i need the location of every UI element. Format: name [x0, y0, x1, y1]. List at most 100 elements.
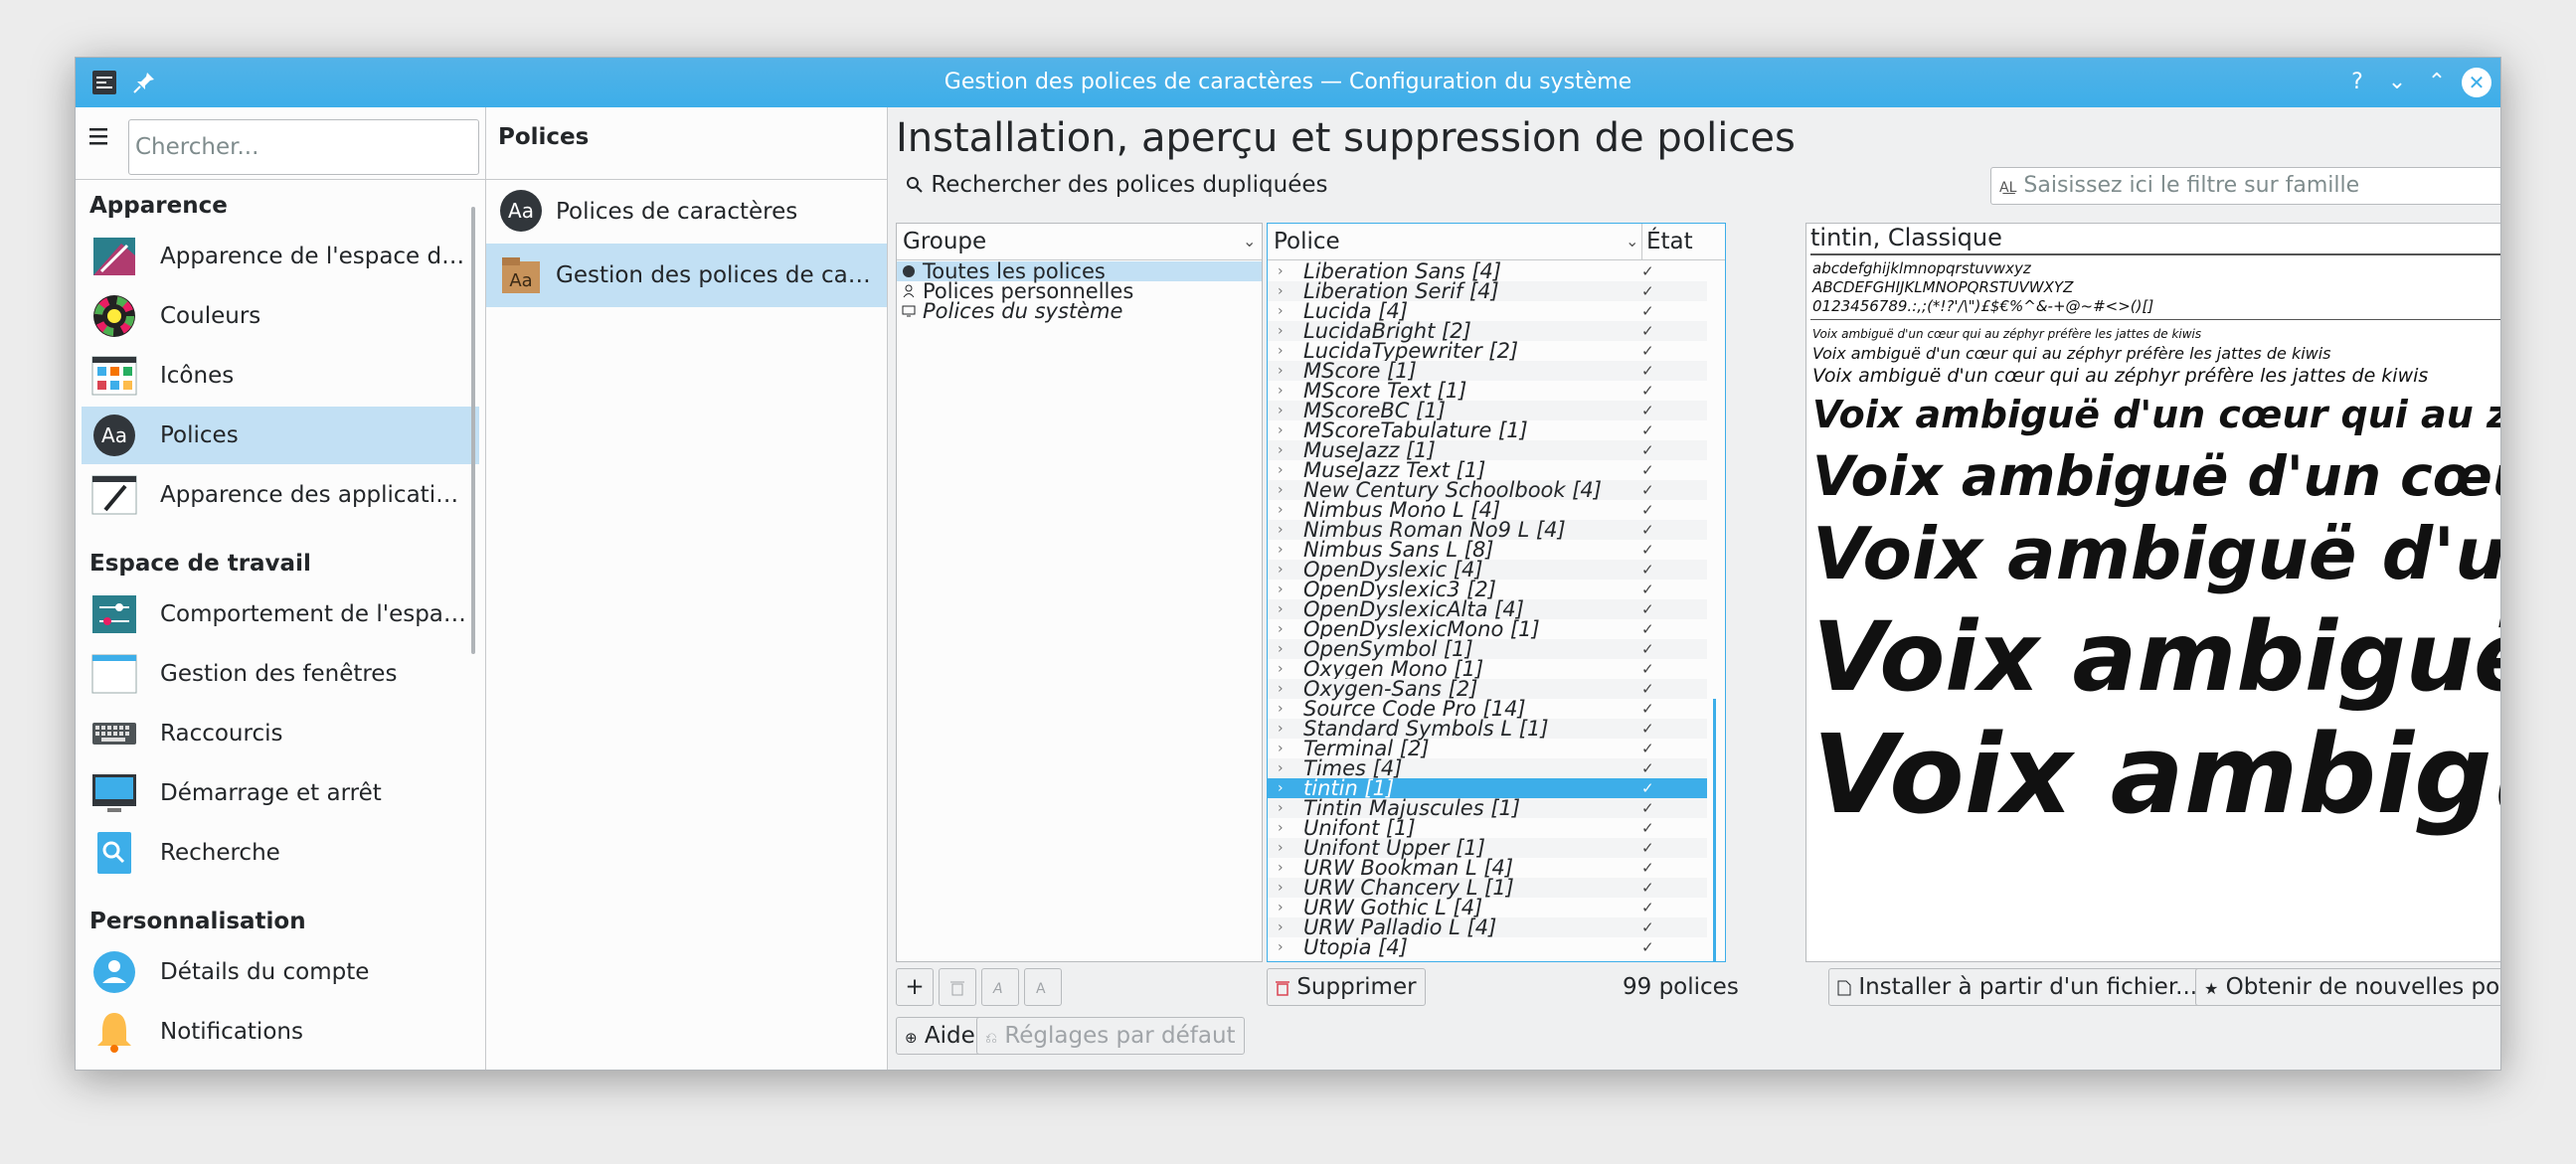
expand-chevron-icon[interactable]: › [1278, 500, 1284, 520]
font-row[interactable]: › MScore [1] ✓ [1268, 361, 1707, 382]
enable-font-button[interactable]: A [981, 968, 1019, 1006]
enabled-check-icon[interactable]: ✓ [1641, 440, 1654, 460]
enabled-check-icon[interactable]: ✓ [1641, 758, 1654, 778]
expand-chevron-icon[interactable]: › [1278, 381, 1284, 401]
enabled-check-icon[interactable]: ✓ [1641, 540, 1654, 560]
font-row[interactable]: › Standard Symbols L [1] ✓ [1268, 719, 1707, 740]
expand-chevron-icon[interactable]: › [1278, 599, 1284, 619]
enabled-check-icon[interactable]: ✓ [1641, 719, 1654, 739]
enabled-check-icon[interactable]: ✓ [1641, 580, 1654, 599]
enabled-check-icon[interactable]: ✓ [1641, 798, 1654, 818]
expand-chevron-icon[interactable]: › [1278, 540, 1284, 560]
font-row[interactable]: › MScoreBC [1] ✓ [1268, 401, 1707, 421]
hamburger-menu-icon[interactable] [89, 127, 117, 147]
expand-chevron-icon[interactable]: › [1278, 937, 1284, 957]
font-row[interactable]: › Lucida [4] ✓ [1268, 301, 1707, 322]
duplicate-search-button[interactable]: Rechercher des polices dupliquées [906, 167, 1327, 203]
enabled-check-icon[interactable]: ✓ [1641, 659, 1654, 679]
enabled-check-icon[interactable]: ✓ [1641, 261, 1654, 281]
font-row[interactable]: › MuseJazz Text [1] ✓ [1268, 460, 1707, 481]
defaults-button[interactable]: ⎌ Réglages par défaut [976, 1017, 1245, 1055]
font-column-header[interactable]: Police [1274, 224, 1340, 259]
expand-chevron-icon[interactable]: › [1278, 858, 1284, 878]
close-icon[interactable]: ✕ [2462, 68, 2491, 97]
maximize-icon[interactable]: ⌃ [2422, 68, 2452, 97]
enabled-check-icon[interactable]: ✓ [1641, 917, 1654, 937]
get-new-fonts-button[interactable]: ★ Obtenir de nouvelles polices... [2195, 968, 2500, 1006]
enabled-check-icon[interactable]: ✓ [1641, 878, 1654, 898]
expand-chevron-icon[interactable]: › [1278, 480, 1284, 500]
expand-chevron-icon[interactable]: › [1278, 917, 1284, 937]
enabled-check-icon[interactable]: ✓ [1641, 341, 1654, 361]
font-row[interactable]: › MuseJazz [1] ✓ [1268, 440, 1707, 461]
expand-chevron-icon[interactable]: › [1278, 560, 1284, 580]
font-row[interactable]: › Nimbus Sans L [8] ✓ [1268, 540, 1707, 561]
group-personal-fonts[interactable]: Polices personnelles [897, 281, 1262, 302]
sidebar-item-shortcuts[interactable]: Raccourcis [82, 705, 479, 762]
font-row[interactable]: › OpenSymbol [1] ✓ [1268, 639, 1707, 660]
expand-chevron-icon[interactable]: › [1278, 401, 1284, 420]
expand-chevron-icon[interactable]: › [1278, 261, 1284, 281]
enabled-check-icon[interactable]: ✓ [1641, 361, 1654, 381]
group-system-fonts[interactable]: Polices du système [897, 301, 1262, 322]
sidebar-item-window-management[interactable]: Gestion des fenêtres [82, 645, 479, 703]
expand-chevron-icon[interactable]: › [1278, 699, 1284, 719]
enabled-check-icon[interactable]: ✓ [1641, 281, 1654, 301]
expand-chevron-icon[interactable]: › [1278, 818, 1284, 838]
sidebar-scrollbar[interactable] [471, 207, 475, 654]
font-row[interactable]: › Liberation Sans [4] ✓ [1268, 261, 1707, 282]
expand-chevron-icon[interactable]: › [1278, 659, 1284, 679]
enabled-check-icon[interactable]: ✓ [1641, 778, 1654, 798]
expand-chevron-icon[interactable]: › [1278, 361, 1284, 381]
sidebar-item-workspace-behavior[interactable]: Comportement de l'espace de travail [82, 585, 479, 643]
font-row[interactable]: › OpenDyslexicAlta [4] ✓ [1268, 599, 1707, 620]
sidebar-item-workspace-theme[interactable]: Apparence de l'espace de travail [82, 228, 479, 285]
expand-chevron-icon[interactable]: › [1278, 580, 1284, 599]
expand-chevron-icon[interactable]: › [1278, 341, 1284, 361]
expand-chevron-icon[interactable]: › [1278, 878, 1284, 898]
enabled-check-icon[interactable]: ✓ [1641, 301, 1654, 321]
filter-type-icon[interactable]: A͟L [1999, 180, 2016, 196]
font-row[interactable]: › LucidaTypewriter [2] ✓ [1268, 341, 1707, 362]
enabled-check-icon[interactable]: ✓ [1641, 858, 1654, 878]
expand-chevron-icon[interactable]: › [1278, 798, 1284, 818]
font-row[interactable]: › OpenDyslexicMono [1] ✓ [1268, 619, 1707, 640]
enabled-check-icon[interactable]: ✓ [1641, 500, 1654, 520]
font-row[interactable]: › Liberation Serif [4] ✓ [1268, 281, 1707, 302]
font-row[interactable]: › Source Code Pro [14] ✓ [1268, 699, 1707, 720]
group-all-fonts[interactable]: Toutes les polices [897, 261, 1262, 282]
font-row[interactable]: › MScoreTabulature [1] ✓ [1268, 420, 1707, 441]
sidebar-item-startup[interactable]: Démarrage et arrêt [82, 764, 479, 822]
expand-chevron-icon[interactable]: › [1278, 778, 1284, 798]
enabled-check-icon[interactable]: ✓ [1641, 818, 1654, 838]
font-row[interactable]: › New Century Schoolbook [4] ✓ [1268, 480, 1707, 501]
font-row[interactable]: › Tintin Majuscules [1] ✓ [1268, 798, 1707, 819]
enabled-check-icon[interactable]: ✓ [1641, 381, 1654, 401]
expand-chevron-icon[interactable]: › [1278, 420, 1284, 440]
enabled-check-icon[interactable]: ✓ [1641, 937, 1654, 957]
font-row[interactable]: › MScore Text [1] ✓ [1268, 381, 1707, 402]
sidebar-item-search[interactable]: Recherche [82, 824, 479, 882]
expand-chevron-icon[interactable]: › [1278, 838, 1284, 858]
sidebar-item-notifications[interactable]: Notifications [82, 1003, 479, 1061]
expand-chevron-icon[interactable]: › [1278, 758, 1284, 778]
enabled-check-icon[interactable]: ✓ [1641, 460, 1654, 480]
sidebar-item-colors[interactable]: Couleurs [82, 287, 479, 345]
font-row[interactable]: › Utopia [4] ✓ [1268, 937, 1707, 958]
enabled-check-icon[interactable]: ✓ [1641, 739, 1654, 758]
expand-chevron-icon[interactable]: › [1278, 898, 1284, 917]
help-icon[interactable]: ? [2342, 68, 2372, 97]
font-row[interactable]: › Nimbus Roman No9 L [4] ✓ [1268, 520, 1707, 541]
expand-chevron-icon[interactable]: › [1278, 719, 1284, 739]
expand-chevron-icon[interactable]: › [1278, 639, 1284, 659]
enabled-check-icon[interactable]: ✓ [1641, 619, 1654, 639]
group-header[interactable]: Groupe ⌄ [897, 224, 1262, 260]
expand-chevron-icon[interactable]: › [1278, 321, 1284, 341]
font-row[interactable]: › Unifont Upper [1] ✓ [1268, 838, 1707, 859]
enabled-check-icon[interactable]: ✓ [1641, 639, 1654, 659]
font-row[interactable]: › Terminal [2] ✓ [1268, 739, 1707, 759]
font-row[interactable]: › Nimbus Mono L [4] ✓ [1268, 500, 1707, 521]
module-fonts[interactable]: Aa Polices de caractères [486, 180, 887, 244]
font-row[interactable]: › URW Palladio L [4] ✓ [1268, 917, 1707, 938]
family-filter-input[interactable]: A͟L Saisissez ici le filtre sur famille [1990, 167, 2500, 205]
